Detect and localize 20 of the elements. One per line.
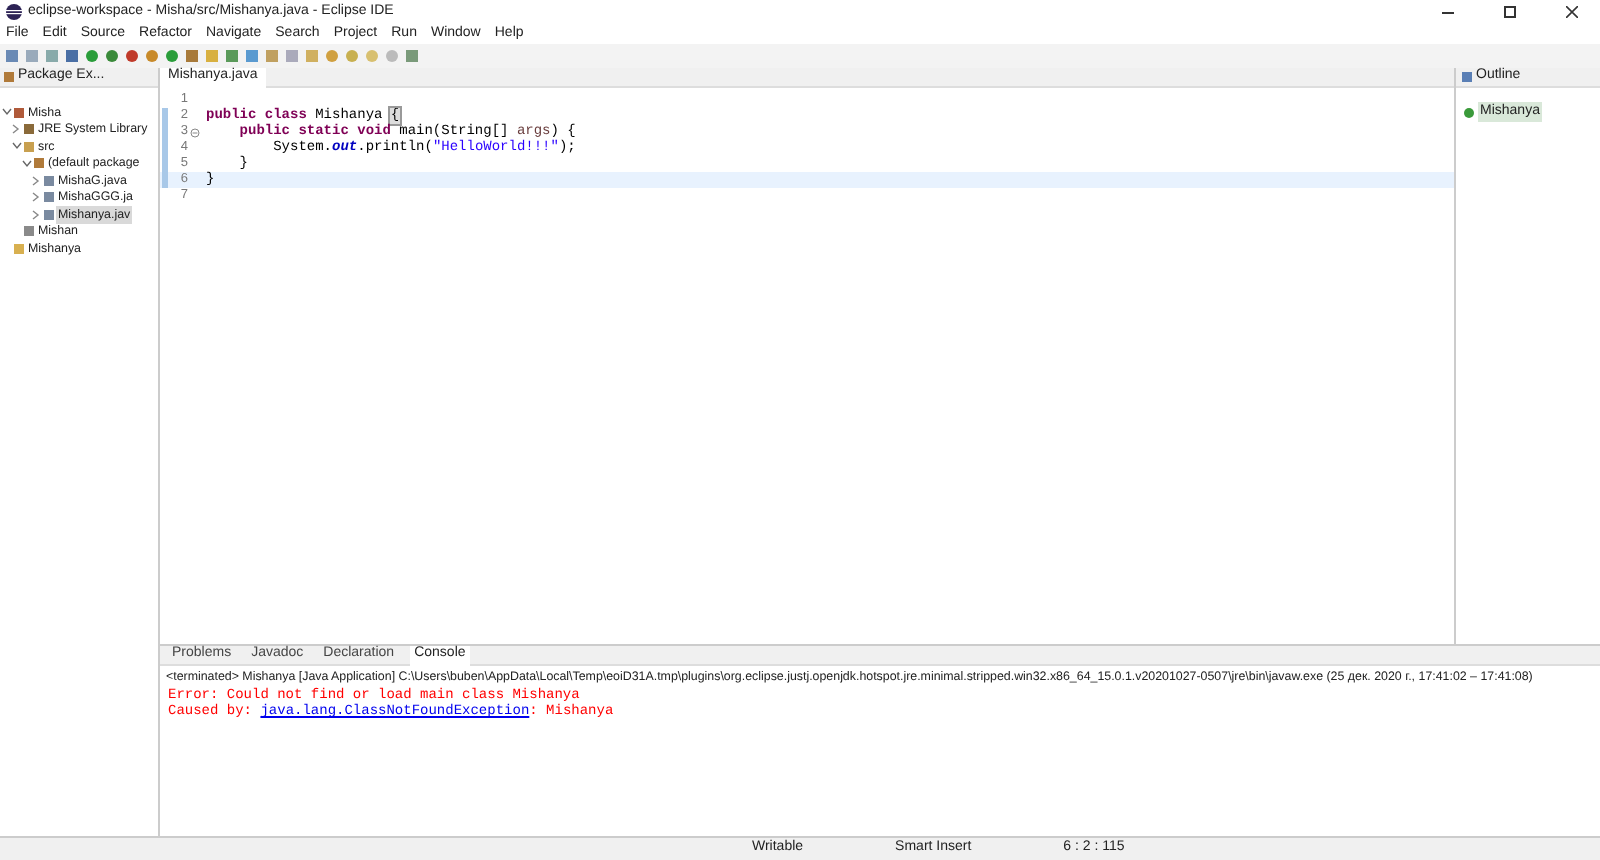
outline-icon <box>1462 72 1472 82</box>
collapsed-chevron-icon[interactable] <box>32 209 42 220</box>
expanded-chevron-icon[interactable] <box>22 158 32 169</box>
collapsed-chevron-icon[interactable] <box>32 175 42 186</box>
dir-icon <box>14 243 24 254</box>
collapsed-chevron-icon[interactable] <box>32 192 42 203</box>
close-icon[interactable] <box>1566 6 1578 18</box>
class-icon <box>24 226 34 237</box>
fold-icon[interactable] <box>190 127 200 137</box>
minimize-icon[interactable] <box>1442 11 1454 13</box>
folder-icon <box>24 141 34 152</box>
expanded-chevron-icon[interactable] <box>12 141 22 152</box>
collapsed-chevron-icon[interactable] <box>12 124 22 135</box>
package-icon <box>34 158 44 169</box>
library-icon <box>24 124 34 135</box>
restore-icon[interactable] <box>1504 6 1516 18</box>
expanded-chevron-icon[interactable] <box>2 107 12 118</box>
class-icon <box>1464 107 1474 117</box>
package-icon <box>4 72 14 82</box>
project-icon <box>14 107 24 118</box>
